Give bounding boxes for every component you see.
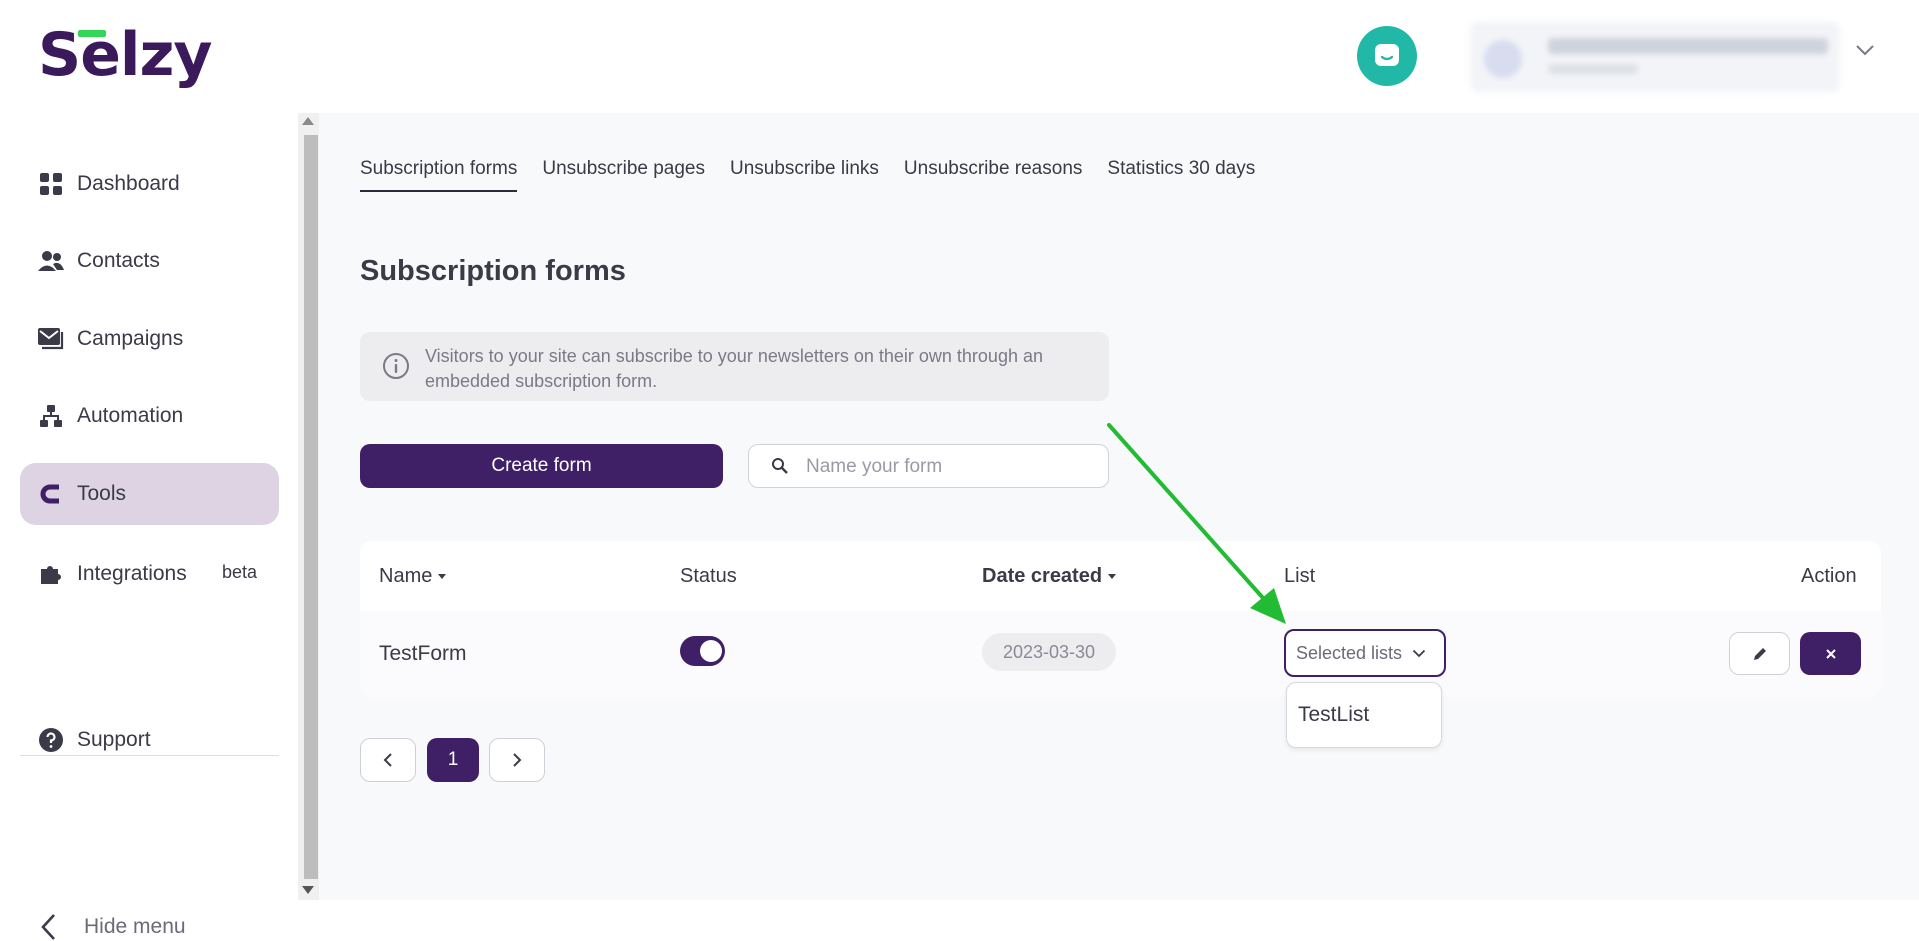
annotation-arrow-overlay [1107,423,1286,624]
annotation-arrow-head [1250,588,1286,624]
chevron-left-icon [41,914,55,940]
hide-menu-label: Hide menu [84,915,186,938]
annotation-arrow-shaft [1107,423,1265,600]
hide-menu-button[interactable]: Hide menu [40,913,186,941]
